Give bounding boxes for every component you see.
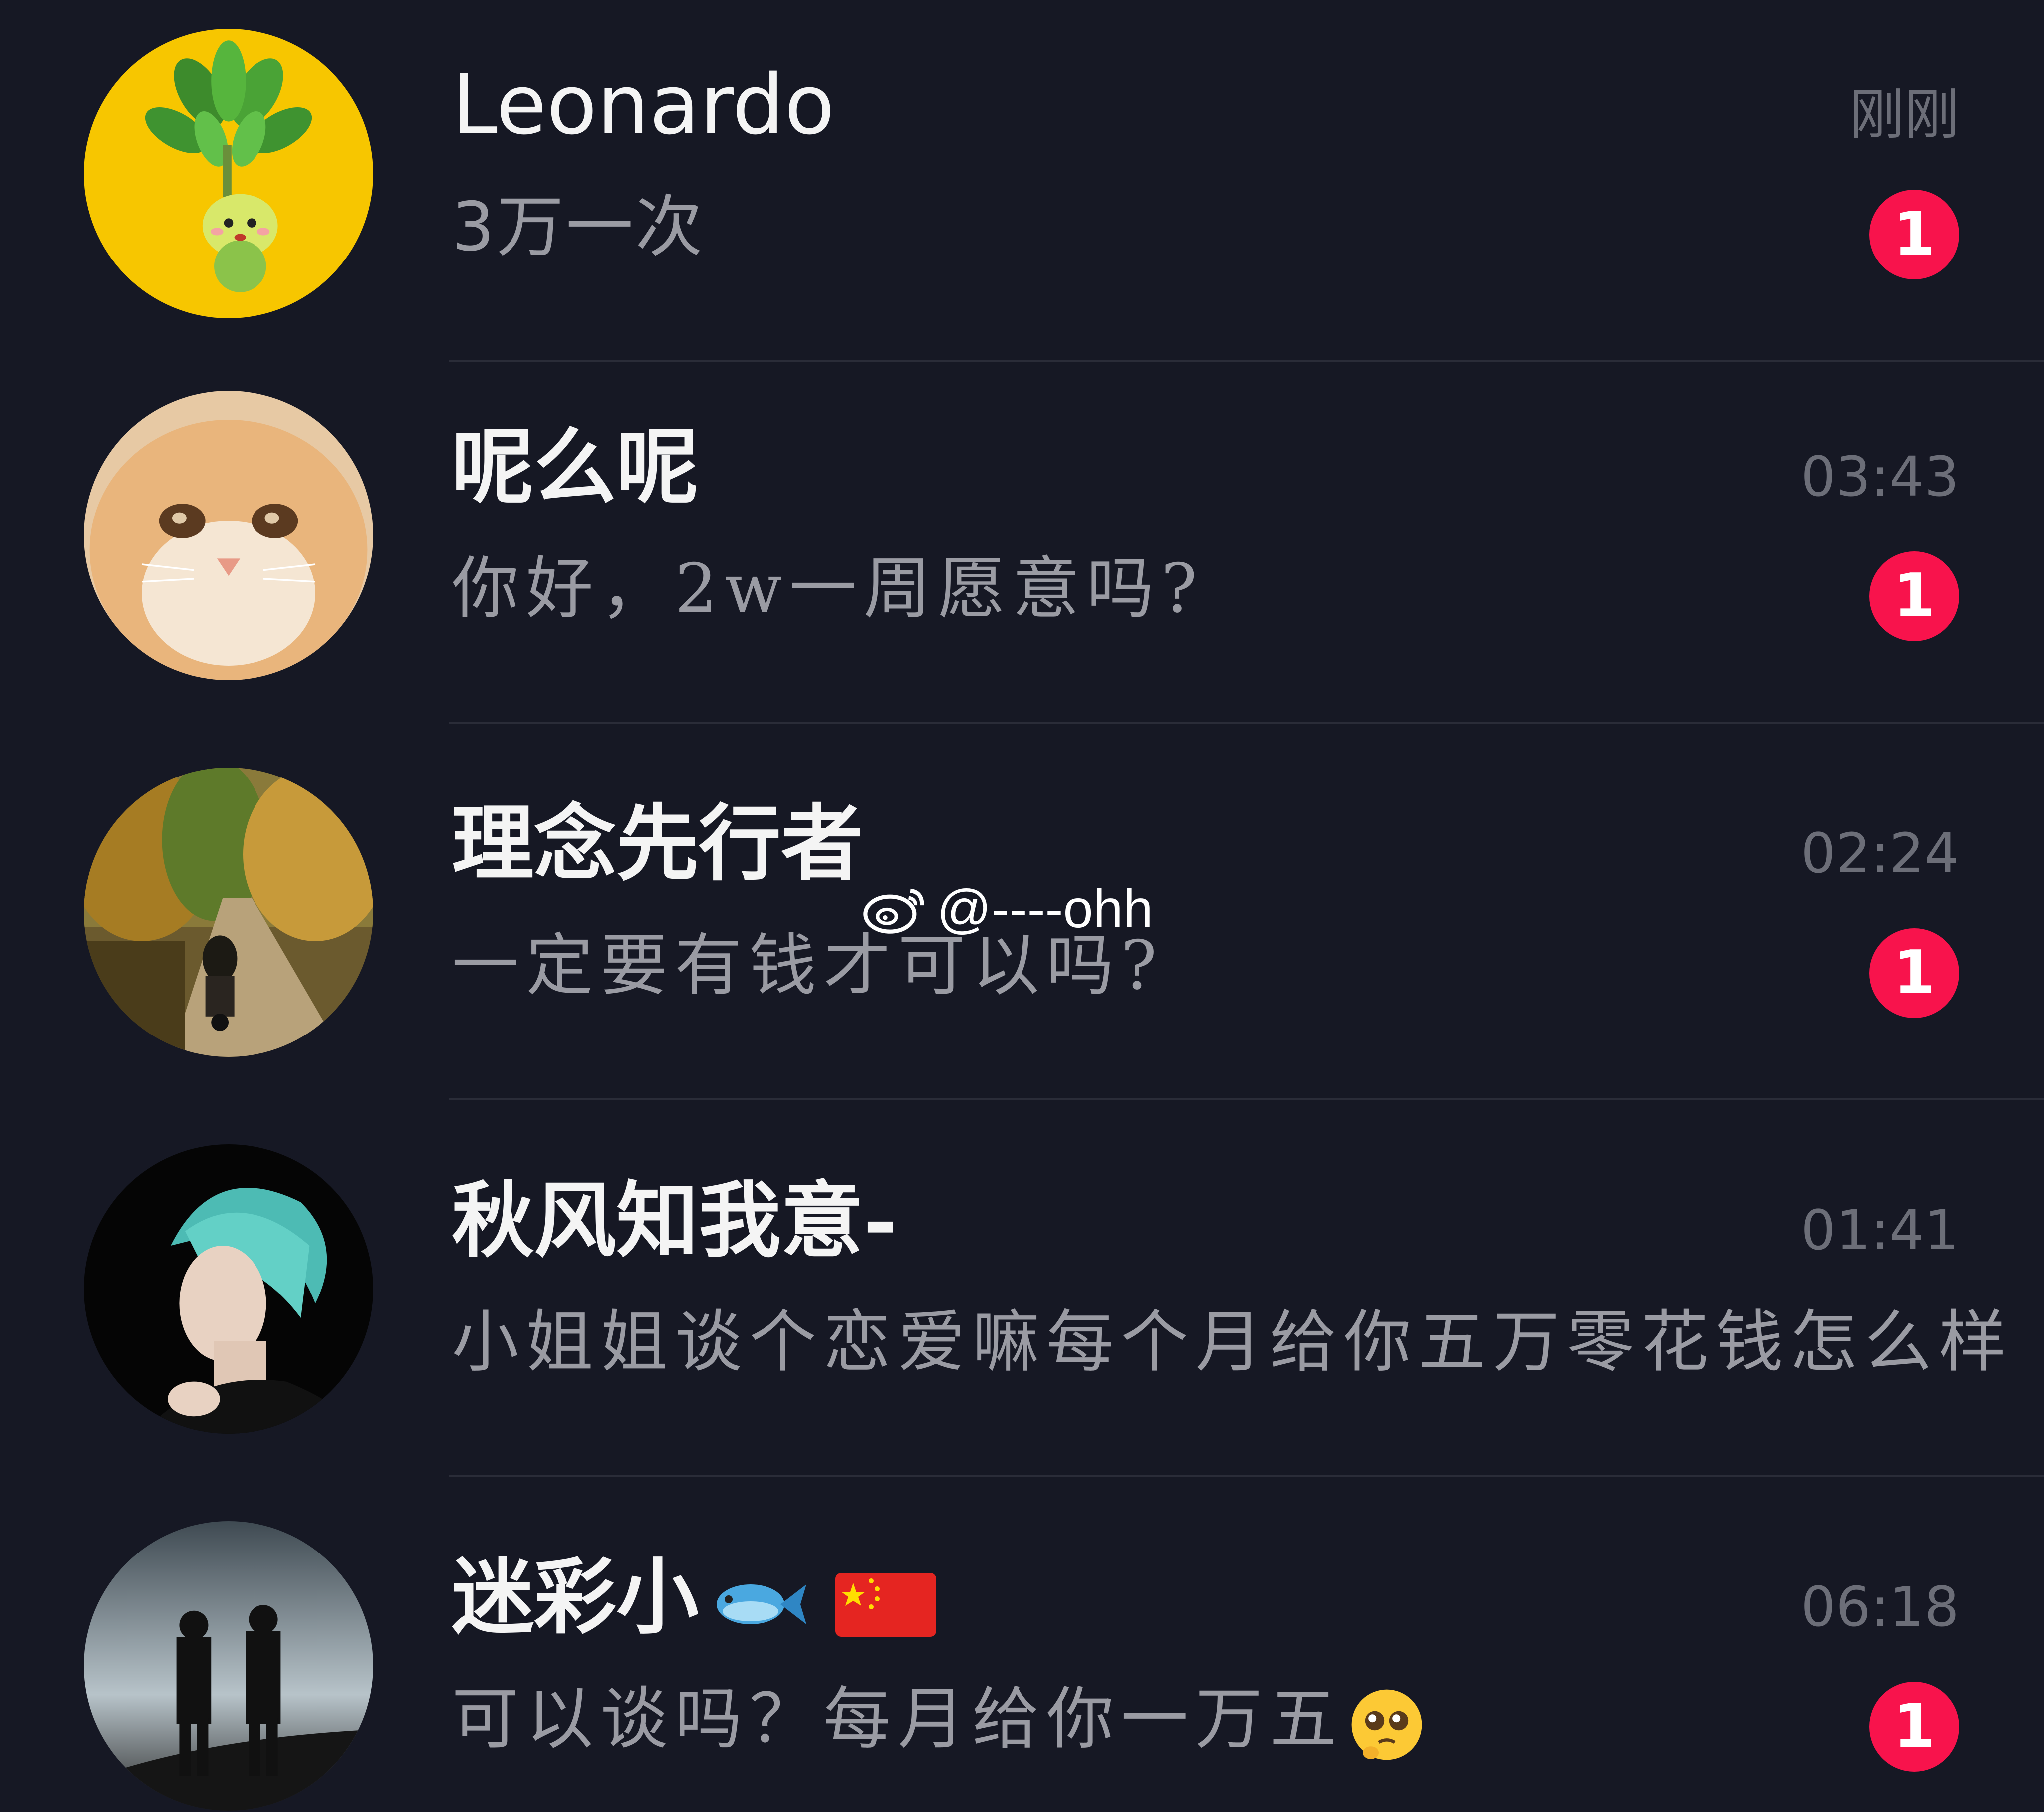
message-time: 刚刚 [1849,83,1959,147]
unread-badge: 1 [1869,1682,1959,1772]
contact-name: 秋风知我意- [452,1172,898,1269]
conversation-row[interactable]: 迷彩小 可以谈吗？每月给你一万五 06:18 1 [0,1492,2044,1812]
cat-avatar[interactable] [84,391,373,680]
divider [449,1475,2044,1477]
watermark: @----ohh [861,876,1153,941]
contact-name: 理念先行者 [452,795,863,892]
pleading-face-emoji [1351,1689,1422,1760]
message-time: 02:24 [1800,821,1959,885]
conversation-row[interactable]: Leonardo 3万一次 刚刚 1 [0,0,2044,377]
message-preview: 你好，2w一周愿意吗? [452,549,1204,628]
unread-badge: 1 [1869,928,1959,1018]
message-preview: 3万一次 [452,188,705,266]
message-time: 03:43 [1800,445,1959,509]
weibo-icon [863,888,924,934]
divider [449,722,2044,724]
watermark-text: @----ohh [937,878,1153,939]
motorcycle-road-avatar[interactable] [84,768,373,1057]
message-preview: 可以谈吗？每月给你一万五 [452,1674,1427,1765]
message-time: 01:41 [1800,1198,1959,1262]
contact-name-text: 迷彩小 [452,1549,699,1645]
contact-name: 迷彩小 [452,1547,938,1647]
fish-emoji [717,1584,806,1625]
message-preview-text: 可以谈吗？每月给你一万五 [452,1680,1344,1758]
plant-mascot-avatar[interactable] [84,29,373,318]
contact-name: 呢么呢 [452,418,699,515]
unread-badge: 1 [1869,551,1959,641]
message-preview: 小姐姐谈个恋爱嘛每个月给你五万零花钱怎么样 [452,1303,2013,1381]
divider [449,1098,2044,1100]
contact-name: Leonardo [452,57,835,153]
unread-badge: 1 [1869,190,1959,279]
message-time: 06:18 [1800,1575,1959,1639]
conversation-row[interactable]: 呢么呢 你好，2w一周愿意吗? 03:43 1 [0,362,2044,739]
silhouette-couple-avatar[interactable] [84,1521,373,1811]
man-portrait-avatar[interactable] [84,1144,373,1434]
china-flag-emoji [835,1573,936,1637]
conversation-row[interactable]: 秋风知我意- 小姐姐谈个恋爱嘛每个月给你五万零花钱怎么样 01:41 [0,1115,2044,1492]
